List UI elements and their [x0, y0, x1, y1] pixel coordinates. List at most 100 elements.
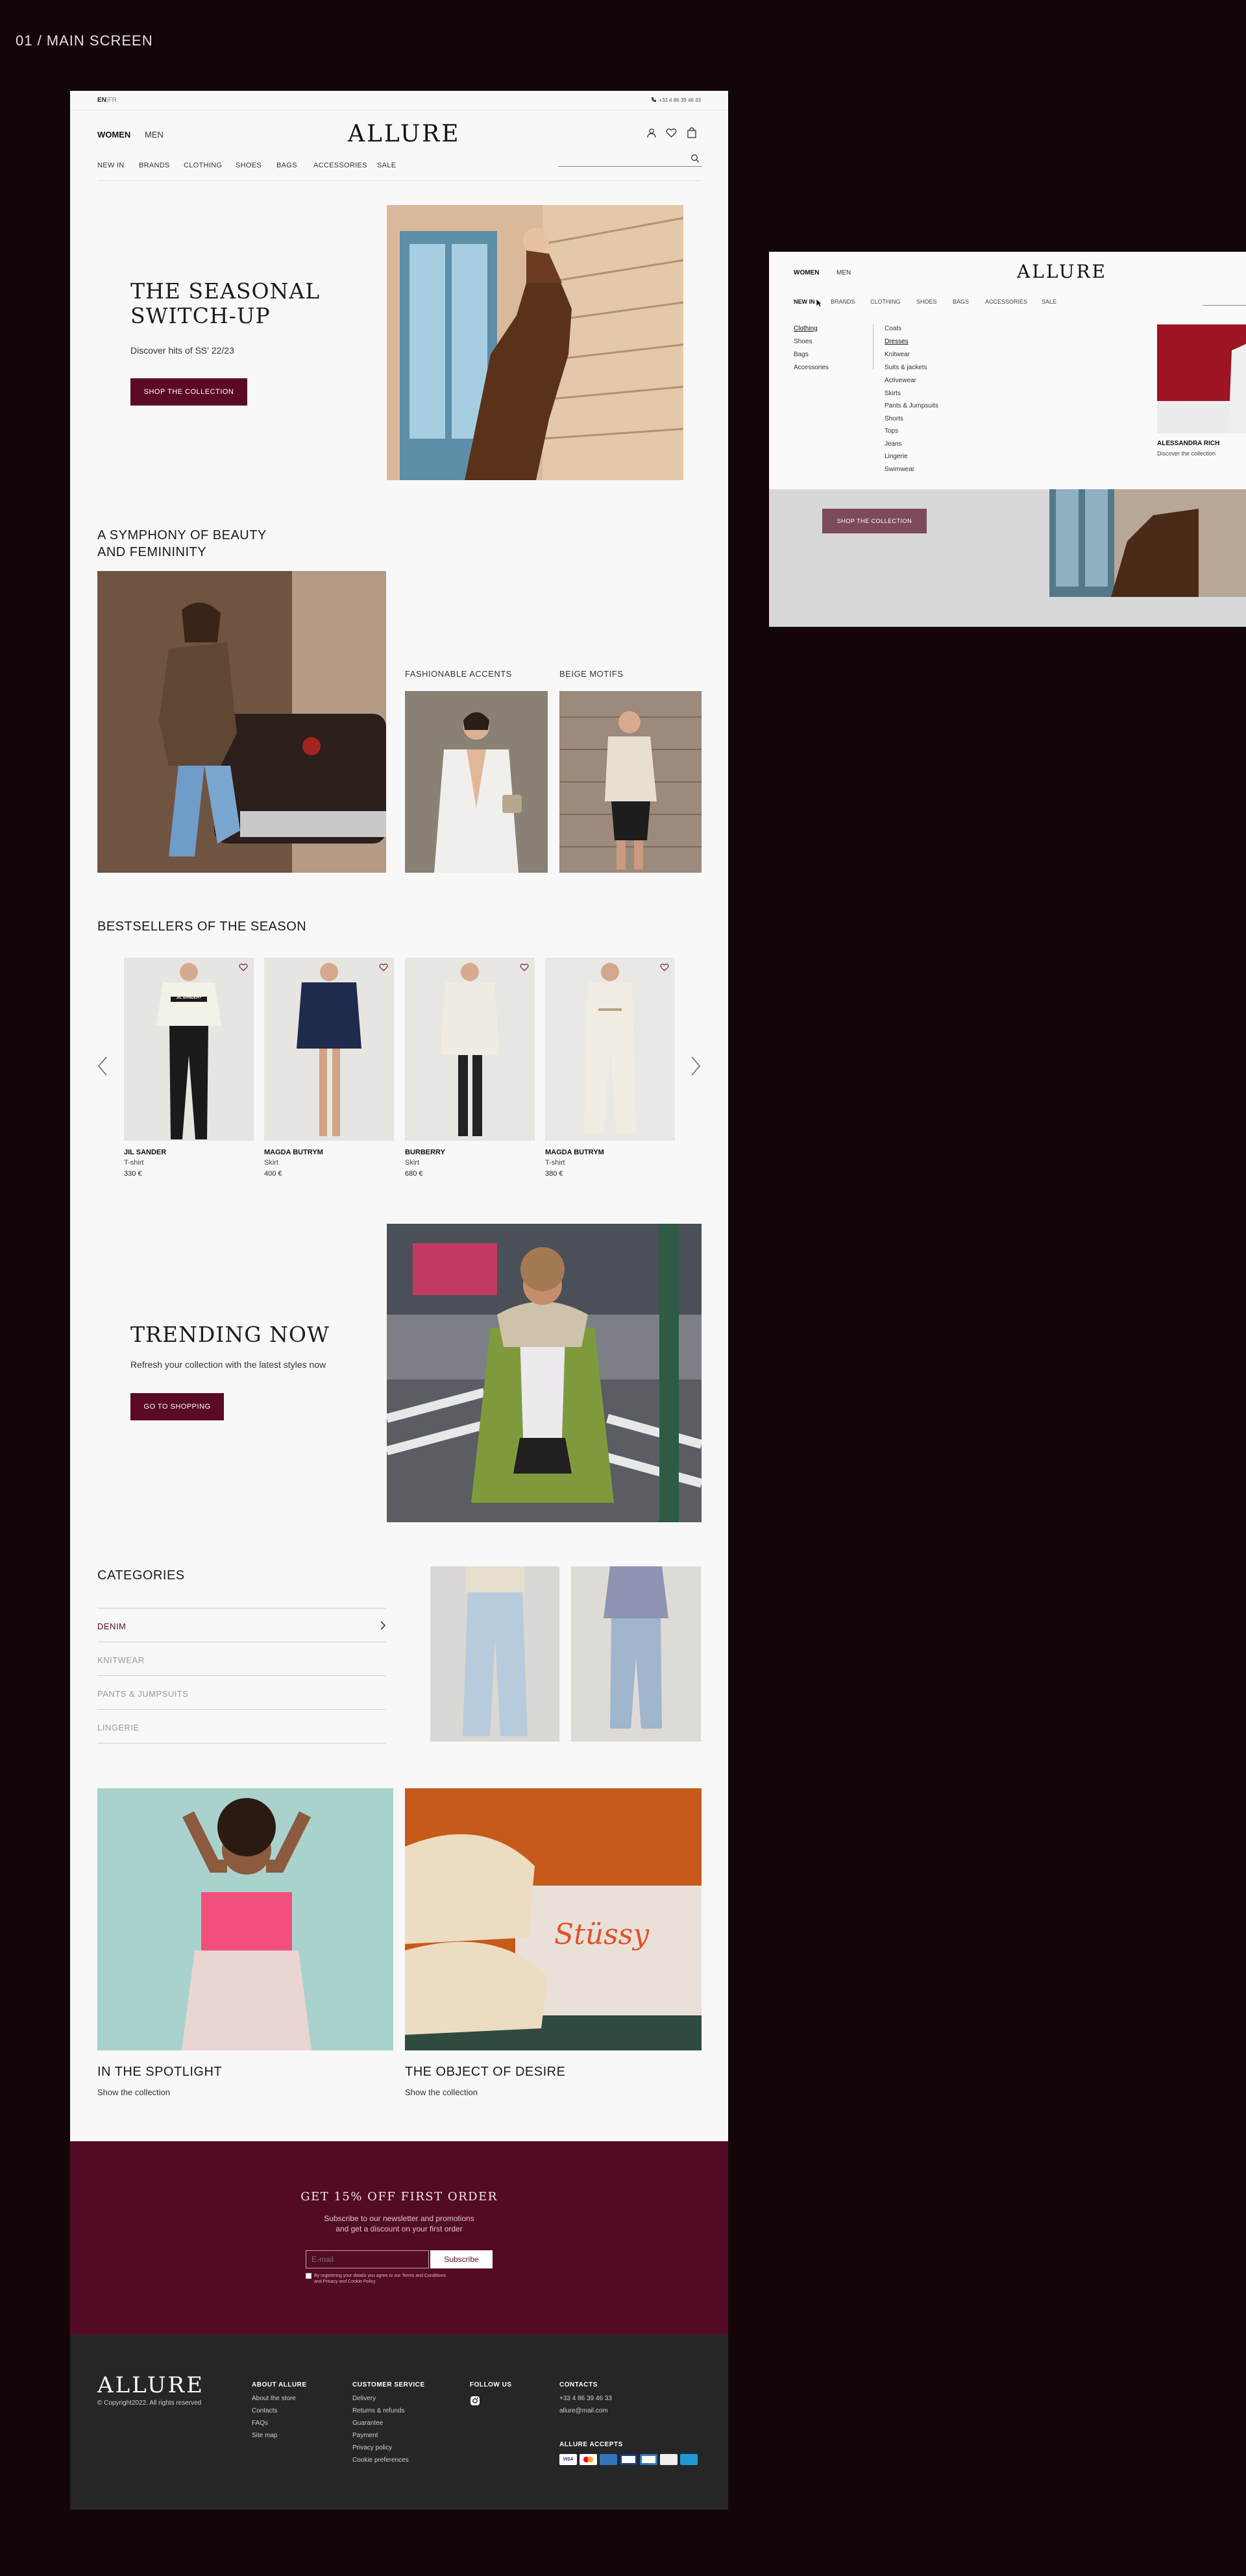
object-of-desire-title[interactable]: THE OBJECT OF DESIRE [405, 2065, 565, 2080]
subscribe-button[interactable]: Subscribe [430, 2250, 493, 2268]
nav-shoes[interactable]: SHOES [236, 162, 262, 169]
spotlight-image[interactable] [97, 1788, 393, 2050]
lang-en[interactable]: EN [97, 97, 106, 104]
wishlist-heart-icon[interactable] [520, 963, 529, 972]
nav-bags[interactable]: BAGS [276, 162, 297, 169]
heart-icon[interactable] [666, 128, 677, 138]
consent-text-line1: By registering your details you agree to… [314, 2274, 446, 2278]
category-lingerie[interactable]: LINGERIE [97, 1710, 385, 1744]
dropdown-nav-sale[interactable]: SALE [1042, 298, 1057, 305]
spotlight-link[interactable]: Show the collection [97, 2087, 170, 2097]
menu-item-tops[interactable]: Tops [885, 428, 898, 435]
dropdown-nav-brands[interactable]: BRANDS [831, 298, 855, 305]
footer-phone[interactable]: +33 4 86 39 46 33 [559, 2395, 612, 2402]
product-image[interactable]: JIL SANDER+ [124, 958, 254, 1141]
user-icon[interactable] [646, 128, 657, 138]
menu-item-jeans[interactable]: Jeans [885, 441, 902, 448]
carousel-next-icon[interactable] [690, 1056, 701, 1076]
nav-sale[interactable]: SALE [377, 162, 396, 169]
consent-checkbox[interactable] [306, 2273, 312, 2279]
footer-link-guarantee[interactable]: Guarantee [352, 2420, 383, 2427]
wishlist-heart-icon[interactable] [239, 963, 248, 972]
search-icon[interactable] [690, 154, 700, 163]
beige-motifs-caption[interactable]: BEIGE MOTIFS [559, 669, 623, 679]
logo[interactable]: ALLURE [348, 121, 461, 147]
footer-link-sitemap[interactable]: Site map [252, 2432, 277, 2439]
newsletter-text-line2: and get a discount on your first order [336, 2224, 463, 2233]
product-image[interactable] [264, 958, 394, 1141]
category-denim[interactable]: DENIM [97, 1609, 385, 1642]
dropdown-women-tab[interactable]: WOMEN [794, 269, 819, 276]
menu-item-shorts[interactable]: Shorts [885, 415, 903, 422]
nav-accessories[interactable]: ACCESSORIES [313, 162, 367, 169]
object-of-desire-image[interactable]: Stüssy [405, 1788, 702, 2050]
category-knitwear[interactable]: KNITWEAR [97, 1642, 385, 1676]
hero-title-line1: THE SEASONAL [130, 278, 321, 304]
nav-brands[interactable]: BRANDS [139, 162, 170, 169]
bag-icon[interactable] [687, 127, 697, 138]
footer-link-contacts[interactable]: Contacts [252, 2407, 277, 2414]
shop-collection-button[interactable]: SHOP THE COLLECTION [130, 378, 247, 406]
search-input[interactable] [558, 154, 694, 165]
category-image-1[interactable] [430, 1566, 559, 1742]
menu-item-suits-jackets[interactable]: Suits & jackets [885, 364, 927, 371]
go-to-shopping-button[interactable]: GO TO SHOPPING [130, 1393, 224, 1420]
payment-icons: VISA [559, 2454, 698, 2465]
dropdown-brand-title[interactable]: ALESSANDRA RICH [1157, 440, 1219, 447]
menu-item-shoes[interactable]: Shoes [794, 338, 812, 345]
nav-clothing[interactable]: CLOTHING [184, 162, 222, 169]
dropdown-nav-accessories[interactable]: ACCESSORIES [985, 298, 1027, 305]
wishlist-heart-icon[interactable] [379, 963, 388, 972]
product-image[interactable] [405, 958, 535, 1141]
product-brand: BURBERRY [405, 1148, 445, 1156]
dropdown-brand-link[interactable]: Discover the collection [1157, 450, 1215, 457]
lang-fr[interactable]: FR [108, 97, 117, 104]
menu-item-bags[interactable]: Bags [794, 351, 809, 358]
language-switch[interactable]: EN|FR [97, 97, 117, 104]
dropdown-nav-clothing[interactable]: CLOTHING [870, 298, 901, 305]
menu-item-coats[interactable]: Coats [885, 325, 901, 332]
dropdown-men-tab[interactable]: MEN [837, 269, 851, 276]
menu-item-lingerie[interactable]: Lingerie [885, 453, 908, 460]
footer-logo[interactable]: ALLURE [97, 2372, 204, 2398]
menu-item-swimwear[interactable]: Swimwear [885, 466, 914, 473]
category-image-2[interactable] [571, 1566, 701, 1742]
photo-red-backdrop [1157, 324, 1246, 433]
menu-item-clothing[interactable]: Clothing [794, 325, 818, 332]
footer-link-about[interactable]: About the store [252, 2395, 296, 2402]
beige-motifs-image[interactable] [559, 691, 702, 873]
footer-link-payment[interactable]: Payment [352, 2432, 378, 2439]
fashionable-accents-image[interactable] [405, 691, 548, 873]
carousel-prev-icon[interactable] [97, 1056, 108, 1076]
menu-item-accessories[interactable]: Accessories [794, 364, 829, 371]
dropdown-nav-new-in[interactable]: NEW IN [794, 298, 815, 305]
category-pants-jumpsuits[interactable]: PANTS & JUMPSUITS [97, 1676, 385, 1710]
menu-item-activewear[interactable]: Activewear [885, 377, 916, 384]
footer-email[interactable]: allure@mail.com [559, 2407, 608, 2414]
dropdown-logo[interactable]: ALLURE [1017, 261, 1107, 282]
topbar-phone[interactable]: +33 4 86 39 46 33 [651, 97, 701, 103]
spotlight-title[interactable]: IN THE SPOTLIGHT [97, 2065, 222, 2080]
men-tab[interactable]: MEN [145, 130, 164, 140]
women-tab[interactable]: WOMEN [97, 130, 130, 140]
email-field[interactable] [306, 2250, 429, 2268]
menu-item-dresses[interactable]: Dresses [885, 338, 909, 345]
menu-item-skirts[interactable]: Skirts [885, 390, 901, 397]
instagram-icon[interactable] [470, 2396, 480, 2406]
footer-link-delivery[interactable]: Delivery [352, 2395, 376, 2402]
dropdown-nav-shoes[interactable]: SHOES [916, 298, 937, 305]
dropdown-nav-bags[interactable]: BAGS [953, 298, 969, 305]
wishlist-heart-icon[interactable] [660, 963, 669, 972]
menu-item-knitwear[interactable]: Knitwear [885, 351, 910, 358]
nav-new-in[interactable]: NEW IN [97, 162, 125, 169]
menu-item-pants-jumpsuits[interactable]: Pants & Jumpsuits [885, 402, 938, 409]
footer-link-faqs[interactable]: FAQs [252, 2420, 268, 2427]
product-image[interactable] [545, 958, 675, 1141]
fashionable-accents-caption[interactable]: FASHIONABLE ACCENTS [405, 669, 512, 679]
footer-link-cookies[interactable]: Cookie preferences [352, 2457, 409, 2464]
footer-link-privacy[interactable]: Privacy policy [352, 2444, 392, 2451]
card-icon [640, 2454, 657, 2465]
footer-link-returns[interactable]: Returns & refunds [352, 2407, 405, 2414]
object-of-desire-link[interactable]: Show the collection [405, 2087, 478, 2097]
dropdown-brand-image[interactable] [1157, 324, 1246, 433]
